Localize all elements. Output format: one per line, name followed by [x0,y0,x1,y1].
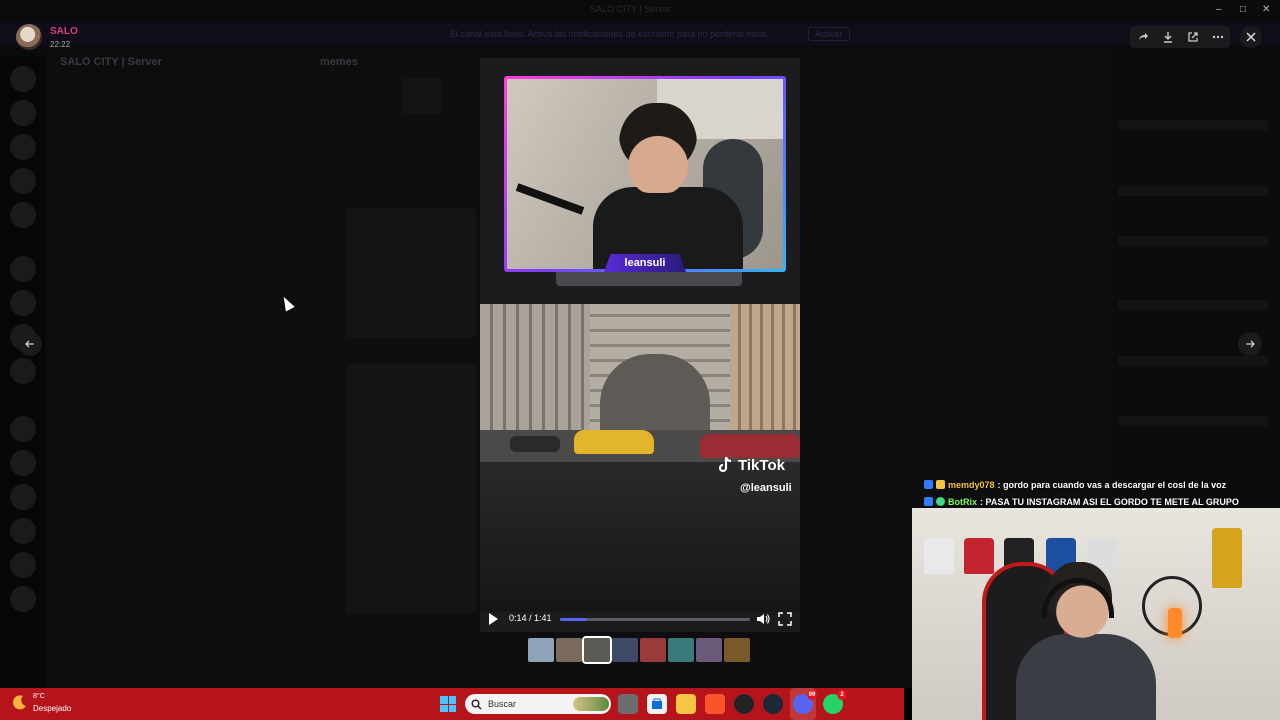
download-icon[interactable] [1160,29,1176,45]
seek-bar-progress [560,618,587,621]
avatar[interactable] [16,24,42,50]
maximize-icon[interactable]: □ [1240,4,1246,15]
tiktok-handle: @leansuli [740,482,792,494]
window-close-icon[interactable]: ✕ [1262,4,1270,15]
streamer-cam-frame: leansuli [504,76,786,272]
media-thumbnail[interactable] [724,638,750,662]
forward-icon[interactable] [1135,29,1151,45]
media-thumbnail[interactable] [668,638,694,662]
fullscreen-icon[interactable] [778,612,792,626]
media-thumbnail[interactable] [556,638,582,662]
search-icon [471,699,482,710]
badge-icon [936,497,945,506]
channel-list [46,48,292,688]
tiktok-watermark: TikTok [718,456,785,474]
media-thumbnail[interactable] [640,638,666,662]
street-clip-image [480,304,800,462]
weather-temperature[interactable]: 8°C [33,693,45,700]
media-thumbnail[interactable] [528,638,554,662]
close-icon [1246,32,1256,42]
open-external-icon[interactable] [1185,29,1201,45]
badge-icon [936,480,945,489]
search-placeholder: Buscar [488,699,517,709]
minimize-icon[interactable]: – [1216,4,1222,15]
chat-text: : PASA TU INSTAGRAM ASI EL GORDO TE METE… [980,496,1239,507]
banner-button[interactable]: Activar [808,27,850,41]
moon-icon[interactable] [12,694,28,710]
uploader-name[interactable]: SALO [50,26,78,37]
obs-icon[interactable] [734,694,754,714]
media-thumbnail[interactable] [582,636,612,664]
video-player[interactable]: leansuli TikTok @leansuli [480,58,800,632]
file-explorer-icon[interactable] [618,694,638,714]
video-controls: 0:14 / 1:41 [480,606,800,632]
upload-time: 22:22 [50,40,71,49]
tiktok-icon [718,456,732,473]
chat-message: memdy078 : gordo para cuando vas a desca… [924,476,1274,493]
volume-icon[interactable] [756,612,770,626]
seek-bar[interactable] [560,618,750,621]
search-highlight-image [573,697,609,711]
chat-text: : gordo para cuando vas a descargar el c… [997,479,1227,490]
discord-icon[interactable]: 99 [793,690,817,714]
weather-description[interactable]: Despejado [33,704,71,713]
channel-title: memes [320,56,358,68]
folder-icon[interactable] [676,694,696,714]
arrow-right-icon [1246,340,1255,348]
video-time: 0:14 / 1:41 [509,613,552,623]
banner-text: El canal está lleno. Activa las notifica… [450,29,769,39]
more-icon[interactable] [1210,29,1226,45]
cam-stand [556,272,742,286]
previous-media-button[interactable] [18,332,42,356]
taskbar-search[interactable]: Buscar [465,694,611,714]
play-icon[interactable] [486,612,500,626]
brave-icon[interactable] [705,694,725,714]
media-thumbnail[interactable] [696,638,722,662]
badge-icon [924,497,933,506]
steam-icon[interactable] [763,694,783,714]
viewer-toolbar [1130,26,1230,48]
arrow-left-icon [25,340,34,348]
close-viewer-button[interactable] [1240,26,1262,48]
next-media-button[interactable] [1238,332,1262,356]
window-title: SALO CITY | Server [590,4,671,14]
server-rail [0,56,46,688]
chat-username: BotRix [948,496,977,507]
streamer-cam-image [507,79,783,269]
badge-icon [924,480,933,489]
start-button[interactable] [440,696,456,712]
server-name: SALO CITY | Server [60,56,162,68]
tiktok-logo-text: TikTok [738,456,785,474]
chat-username: memdy078 [948,479,995,490]
stream-chat-overlay: memdy078 : gordo para cuando vas a desca… [924,476,1274,510]
notification-badge: 2 [837,690,847,700]
streamer-nameplate: leansuli [604,254,686,272]
store-icon[interactable] [647,694,667,714]
media-thumbnail[interactable] [612,638,638,662]
notification-badge: 99 [807,690,817,700]
streamer-webcam [912,508,1280,720]
media-thumbnail-strip [528,636,750,664]
whatsapp-icon[interactable]: 2 [823,690,847,714]
